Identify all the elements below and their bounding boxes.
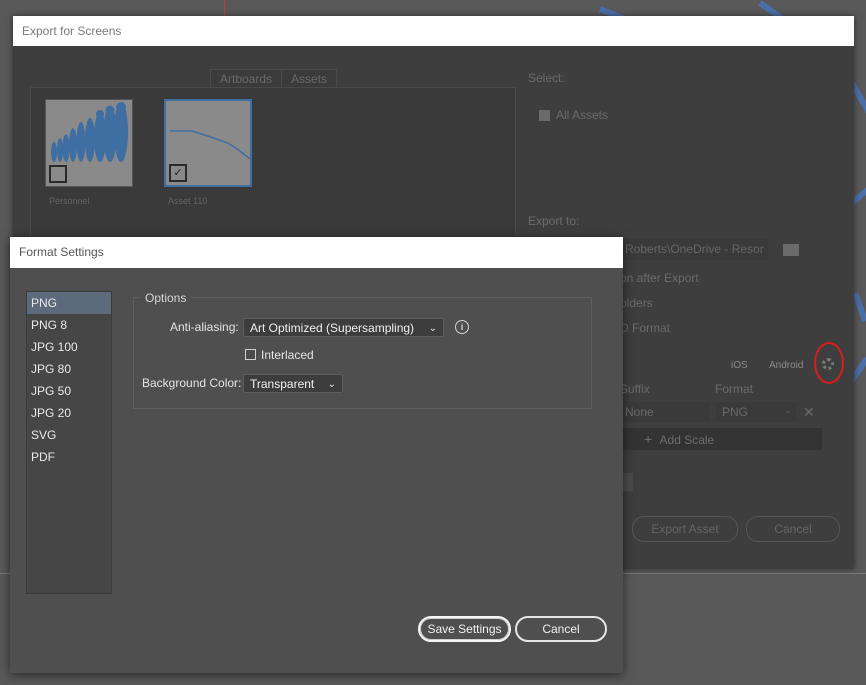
scale-header: Suffix Format	[613, 378, 833, 402]
export-to-label: Export to:	[528, 214, 580, 228]
options-title: Options	[141, 291, 191, 305]
annotation-circle	[814, 342, 844, 384]
keep-format-label: D Format	[620, 321, 671, 335]
asset-checkbox-personnel[interactable]	[49, 165, 67, 183]
format-item-svg[interactable]: SVG	[27, 424, 111, 446]
preset-ios[interactable]: iOS	[731, 360, 748, 371]
interlaced-label: Interlaced	[261, 348, 314, 362]
scroll-stub	[623, 473, 633, 491]
all-assets-checkbox[interactable]	[539, 110, 550, 121]
asset-checkbox-asset-110[interactable]: ✓	[169, 164, 187, 182]
format-item-jpg20[interactable]: JPG 20	[27, 402, 111, 424]
format-list: PNG PNG 8 JPG 100 JPG 80 JPG 50 JPG 20 S…	[26, 291, 112, 594]
suffix-field[interactable]: None	[623, 402, 709, 422]
format-item-jpg80[interactable]: JPG 80	[27, 358, 111, 380]
select-label: Select:	[528, 71, 565, 85]
open-after-export-label: on after Export	[620, 271, 699, 285]
format-item-png8[interactable]: PNG 8	[27, 314, 111, 336]
asset-label-asset-110: Asset 110	[168, 196, 208, 206]
export-dialog-title: Export for Screens	[13, 16, 854, 46]
interlaced-checkbox[interactable]	[245, 349, 256, 360]
add-scale-button[interactable]: + Add Scale	[623, 428, 822, 450]
chevron-down-icon: ⌄	[784, 405, 792, 415]
folder-icon[interactable]	[783, 244, 799, 256]
chevron-down-icon: ⌄	[327, 379, 336, 390]
export-path-field[interactable]: Roberts\OneDrive - Resor	[623, 238, 768, 260]
format-item-jpg50[interactable]: JPG 50	[27, 380, 111, 402]
cancel-button[interactable]: Cancel	[515, 616, 607, 642]
preset-android[interactable]: Android	[769, 360, 803, 371]
format-item-jpg100[interactable]: JPG 100	[27, 336, 111, 358]
create-subfolders-label: olders	[620, 296, 653, 310]
chevron-down-icon: ⌄	[428, 323, 437, 334]
all-assets-label: All Assets	[556, 108, 609, 122]
suffix-header: Suffix	[620, 382, 650, 396]
format-header: Format	[715, 382, 754, 396]
asset-tile-personnel[interactable]	[45, 99, 133, 187]
export-asset-button[interactable]: Export Asset	[632, 516, 738, 542]
tab-artboards[interactable]: Artboards	[211, 70, 282, 88]
format-settings-dialog: Format Settings PNG PNG 8 JPG 100 JPG 80…	[10, 237, 623, 673]
export-cancel-button[interactable]: Cancel	[746, 516, 840, 542]
remove-scale-icon[interactable]: ✕	[803, 404, 815, 421]
tab-assets[interactable]: Assets	[281, 70, 337, 88]
format-item-pdf[interactable]: PDF	[27, 446, 111, 468]
export-tabs: Artboards Assets	[210, 69, 338, 89]
format-item-png[interactable]: PNG	[27, 292, 111, 314]
artboard-guide-line	[224, 0, 225, 16]
format-select[interactable]: PNG ⌄	[716, 402, 796, 422]
asset-tile-asset-110[interactable]: ✓	[164, 99, 252, 187]
save-settings-button[interactable]: Save Settings	[418, 616, 511, 642]
background-color-select[interactable]: Transparent ⌄	[243, 374, 343, 393]
info-icon[interactable]: i	[455, 320, 469, 334]
anti-aliasing-label: Anti-aliasing:	[170, 320, 239, 334]
asset-grid: Personnel ✓ Asset 110	[30, 87, 516, 249]
asset-label-personnel: Personnel	[49, 196, 90, 206]
plus-icon: +	[644, 431, 653, 447]
options-group	[133, 297, 592, 409]
format-dialog-title: Format Settings	[10, 237, 623, 268]
anti-aliasing-select[interactable]: Art Optimized (Supersampling) ⌄	[243, 318, 444, 337]
background-color-label: Background Color:	[142, 376, 242, 390]
